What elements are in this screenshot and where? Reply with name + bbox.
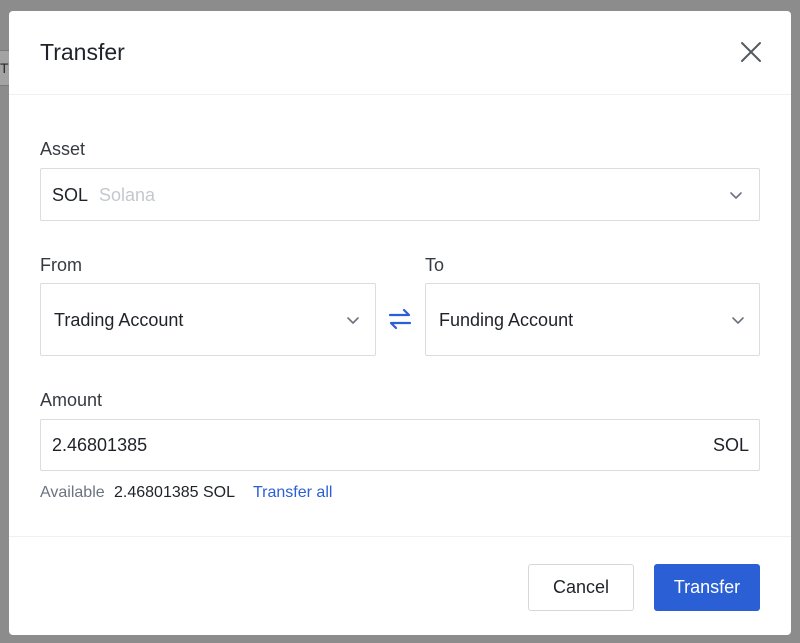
- to-account-select[interactable]: Funding Account: [425, 283, 760, 356]
- dialog-header: Transfer: [9, 11, 791, 95]
- chevron-down-icon: [731, 313, 745, 327]
- asset-label: Asset: [40, 139, 86, 159]
- amount-value[interactable]: 2.46801385: [52, 434, 612, 456]
- close-icon[interactable]: [738, 39, 764, 65]
- transfer-button[interactable]: Transfer: [654, 564, 760, 611]
- transfer-dialog: Transfer Asset SOL Solana From Trading A…: [9, 11, 791, 635]
- from-account-value: Trading Account: [54, 310, 184, 330]
- amount-field[interactable]: 2.46801385 SOL: [40, 419, 760, 471]
- from-account-select[interactable]: Trading Account: [40, 283, 376, 356]
- available-label: Available: [40, 484, 105, 501]
- dialog-footer: Cancel Transfer: [9, 536, 791, 635]
- amount-label: Amount: [40, 390, 103, 410]
- swap-arrows-icon[interactable]: [387, 306, 413, 332]
- available-value: 2.46801385 SOL: [114, 484, 235, 501]
- cancel-button[interactable]: Cancel: [528, 564, 634, 611]
- from-label: From: [40, 255, 82, 275]
- to-account-value: Funding Account: [439, 310, 574, 330]
- background-partial-text: T: [0, 60, 9, 76]
- asset-select[interactable]: SOL Solana: [40, 168, 760, 221]
- transfer-all-link[interactable]: Transfer all: [253, 483, 332, 503]
- chevron-down-icon: [346, 313, 360, 327]
- to-label: To: [425, 255, 445, 275]
- amount-unit: SOL: [712, 435, 749, 455]
- asset-symbol: SOL: [52, 185, 89, 205]
- chevron-down-icon: [729, 188, 743, 202]
- dialog-title: Transfer: [40, 39, 125, 65]
- asset-name: Solana: [99, 185, 156, 205]
